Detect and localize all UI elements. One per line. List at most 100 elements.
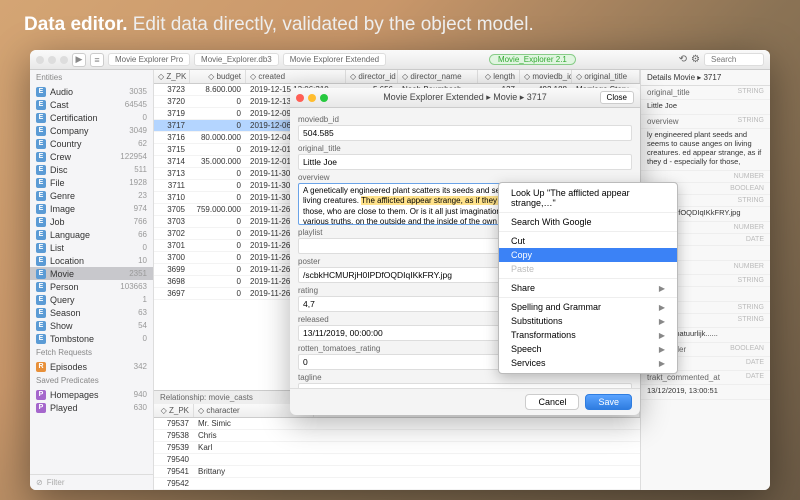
context-menu-item[interactable]: Speech▶ (499, 342, 677, 356)
sidebar-item-count: 10 (138, 256, 147, 265)
breadcrumb-model[interactable]: Movie Explorer Extended (283, 53, 386, 66)
sidebar-item-label: Country (50, 139, 82, 149)
gear-icon[interactable]: ⚙ (691, 54, 700, 65)
table-row[interactable]: 79538Chris (154, 430, 640, 442)
context-menu-item[interactable]: Substitutions▶ (499, 314, 677, 328)
detail-field-type: DATE (746, 359, 764, 368)
column-header[interactable]: ◇ Z_PK (154, 70, 190, 83)
sidebar-item-label: Person (50, 282, 79, 292)
sidebar-item-language[interactable]: ELanguage66 (30, 228, 153, 241)
original_title-field[interactable] (298, 154, 632, 170)
context-menu-item: Paste (499, 262, 677, 276)
context-menu-item[interactable]: Spelling and Grammar▶ (499, 300, 677, 314)
detail-field-type: NUMBER (734, 173, 764, 180)
column-header[interactable]: ◇ budget (190, 70, 246, 83)
table-row[interactable]: 79537Mr. Simic (154, 418, 640, 430)
version-pill: Movie_Explorer 2.1 (489, 54, 576, 65)
sidebar-item-label: Movie (50, 269, 74, 279)
close-button[interactable]: Close (600, 91, 634, 104)
sidebar-item-count: 23 (138, 191, 147, 200)
table-row[interactable]: 79539Karl (154, 442, 640, 454)
search-input[interactable] (704, 53, 764, 66)
sidebar-item-show[interactable]: EShow54 (30, 319, 153, 332)
context-menu-item[interactable]: Share▶ (499, 281, 677, 295)
sidebar-item-audio[interactable]: EAudio3035 (30, 85, 153, 98)
sidebar-item-episodes[interactable]: REpisodes342 (30, 360, 153, 373)
moviedb_id-field[interactable] (298, 125, 632, 141)
sidebar-item-movie[interactable]: EMovie2351 (30, 267, 153, 280)
sidebar-item-homepages[interactable]: PHomepages940 (30, 388, 153, 401)
sidebar-item-list[interactable]: EList0 (30, 241, 153, 254)
detail-field-type: BOOLEAN (730, 345, 764, 354)
sidebar-item-image[interactable]: EImage974 (30, 202, 153, 215)
detail-field-type: BOOLEAN (730, 185, 764, 192)
sidebar-item-season[interactable]: ESeason63 (30, 306, 153, 319)
detail-field-type: STRING (738, 316, 764, 325)
table-row[interactable]: 79542 (154, 478, 640, 490)
sidebar-item-disc[interactable]: EDisc511 (30, 163, 153, 176)
menu-icon[interactable]: ≡ (90, 53, 104, 67)
chevron-right-icon: ▶ (659, 331, 665, 340)
sidebar-item-job[interactable]: EJob766 (30, 215, 153, 228)
field-label: moviedb_id (298, 115, 632, 124)
sidebar-item-cast[interactable]: ECast64545 (30, 98, 153, 111)
column-header[interactable]: ◇ original_title (572, 70, 640, 83)
entity-icon: E (36, 230, 46, 240)
traffic-lights[interactable] (36, 56, 68, 64)
sidebar: EntitiesEAudio3035ECast64545ECertificati… (30, 70, 154, 490)
entity-icon: P (36, 403, 46, 413)
context-menu-item[interactable]: Search With Google (499, 215, 677, 229)
entity-icon: E (36, 282, 46, 292)
column-header[interactable]: ◇ director_id (346, 70, 398, 83)
tagline-field[interactable] (298, 383, 632, 388)
sidebar-section-header: Entities (30, 70, 153, 85)
sidebar-item-genre[interactable]: EGenre23 (30, 189, 153, 202)
sidebar-item-crew[interactable]: ECrew122954 (30, 150, 153, 163)
sidebar-item-country[interactable]: ECountry62 (30, 137, 153, 150)
context-menu-item[interactable]: Copy (499, 248, 677, 262)
sidebar-filter[interactable]: ⊘Filter (30, 474, 153, 490)
sidebar-item-company[interactable]: ECompany3049 (30, 124, 153, 137)
entity-icon: E (36, 113, 46, 123)
table-row[interactable]: 79541Brittany (154, 466, 640, 478)
sidebar-item-location[interactable]: ELocation10 (30, 254, 153, 267)
column-header[interactable]: ◇ director_name (398, 70, 478, 83)
sidebar-item-file[interactable]: EFile1928 (30, 176, 153, 189)
entity-icon: E (36, 308, 46, 318)
sidebar-item-certification[interactable]: ECertification0 (30, 111, 153, 124)
sidebar-item-count: 66 (138, 230, 147, 239)
sidebar-item-count: 54 (138, 321, 147, 330)
grid-header[interactable]: ◇ Z_PK◇ budget◇ created◇ director_id◇ di… (154, 70, 640, 84)
save-button[interactable]: Save (585, 394, 632, 410)
entity-icon: E (36, 243, 46, 253)
detail-field-type: STRING (738, 117, 764, 126)
context-menu-item[interactable]: Look Up "The afflicted appear strange,…" (499, 186, 677, 210)
sidebar-item-tombstone[interactable]: ETombstone0 (30, 332, 153, 345)
entity-icon: E (36, 87, 46, 97)
sidebar-item-played[interactable]: PPlayed630 (30, 401, 153, 414)
refresh-icon[interactable]: ⟲ (679, 54, 687, 65)
sidebar-item-person[interactable]: EPerson103663 (30, 280, 153, 293)
table-row[interactable]: 79540 (154, 454, 640, 466)
column-header[interactable]: ◇ Z_PK (154, 404, 194, 417)
entity-icon: E (36, 100, 46, 110)
traffic-lights[interactable] (296, 94, 328, 102)
play-icon[interactable]: ▶ (72, 53, 86, 67)
sidebar-item-query[interactable]: EQuery1 (30, 293, 153, 306)
filter-icon: ⊘ (36, 478, 43, 487)
context-menu-item[interactable]: Cut (499, 234, 677, 248)
entity-icon: E (36, 256, 46, 266)
column-header[interactable]: ◇ length (478, 70, 520, 83)
cancel-button[interactable]: Cancel (525, 394, 579, 410)
breadcrumb-db[interactable]: Movie_Explorer.db3 (194, 53, 279, 66)
entity-icon: E (36, 191, 46, 201)
context-menu: Look Up "The afflicted appear strange,…"… (498, 182, 678, 374)
hero-banner: Data editor. Edit data directly, validat… (24, 14, 776, 36)
context-menu-item[interactable]: Services▶ (499, 356, 677, 370)
sidebar-section-header: Fetch Requests (30, 345, 153, 360)
sidebar-item-count: 0 (143, 334, 147, 343)
context-menu-item[interactable]: Transformations▶ (499, 328, 677, 342)
column-header[interactable]: ◇ moviedb_id (520, 70, 572, 83)
column-header[interactable]: ◇ created (246, 70, 346, 83)
breadcrumb-app[interactable]: Movie Explorer Pro (108, 53, 190, 66)
